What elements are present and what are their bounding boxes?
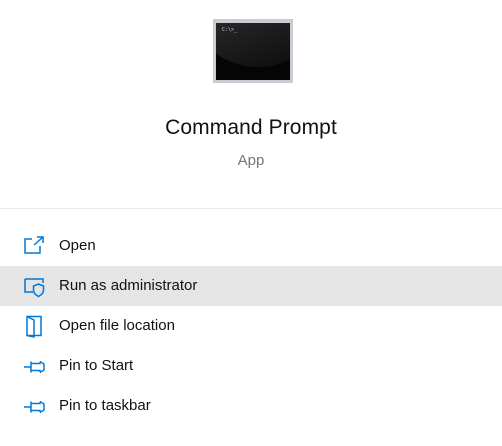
pin-to-taskbar-menu-item[interactable]: Pin to taskbar — [0, 386, 502, 426]
app-preview-header: C:\>_ Command Prompt App — [0, 0, 502, 208]
open-label: Open — [59, 237, 96, 254]
run-as-administrator-label: Run as administrator — [59, 277, 198, 294]
pin-icon — [22, 394, 46, 418]
open-file-location-menu-item[interactable]: Open file location — [0, 306, 502, 346]
pin-to-start-menu-item[interactable]: Pin to Start — [0, 346, 502, 386]
section-divider — [0, 208, 502, 209]
shield-icon — [22, 274, 46, 298]
app-context-menu: Open Run as administrator Open file loca… — [0, 226, 502, 426]
run-as-administrator-menu-item[interactable]: Run as administrator — [0, 266, 502, 306]
app-title: Command Prompt — [165, 116, 337, 139]
icon-prompt-text: C:\>_ — [222, 27, 238, 33]
app-type-label: App — [237, 152, 265, 169]
pin-to-taskbar-label: Pin to taskbar — [59, 397, 151, 414]
pin-icon — [22, 354, 46, 378]
open-icon — [22, 234, 46, 258]
pin-to-start-label: Pin to Start — [59, 357, 134, 374]
open-menu-item[interactable]: Open — [0, 226, 502, 266]
file-location-icon — [22, 314, 46, 338]
command-prompt-app-icon[interactable]: C:\>_ — [213, 19, 293, 83]
open-file-location-label: Open file location — [59, 317, 175, 334]
